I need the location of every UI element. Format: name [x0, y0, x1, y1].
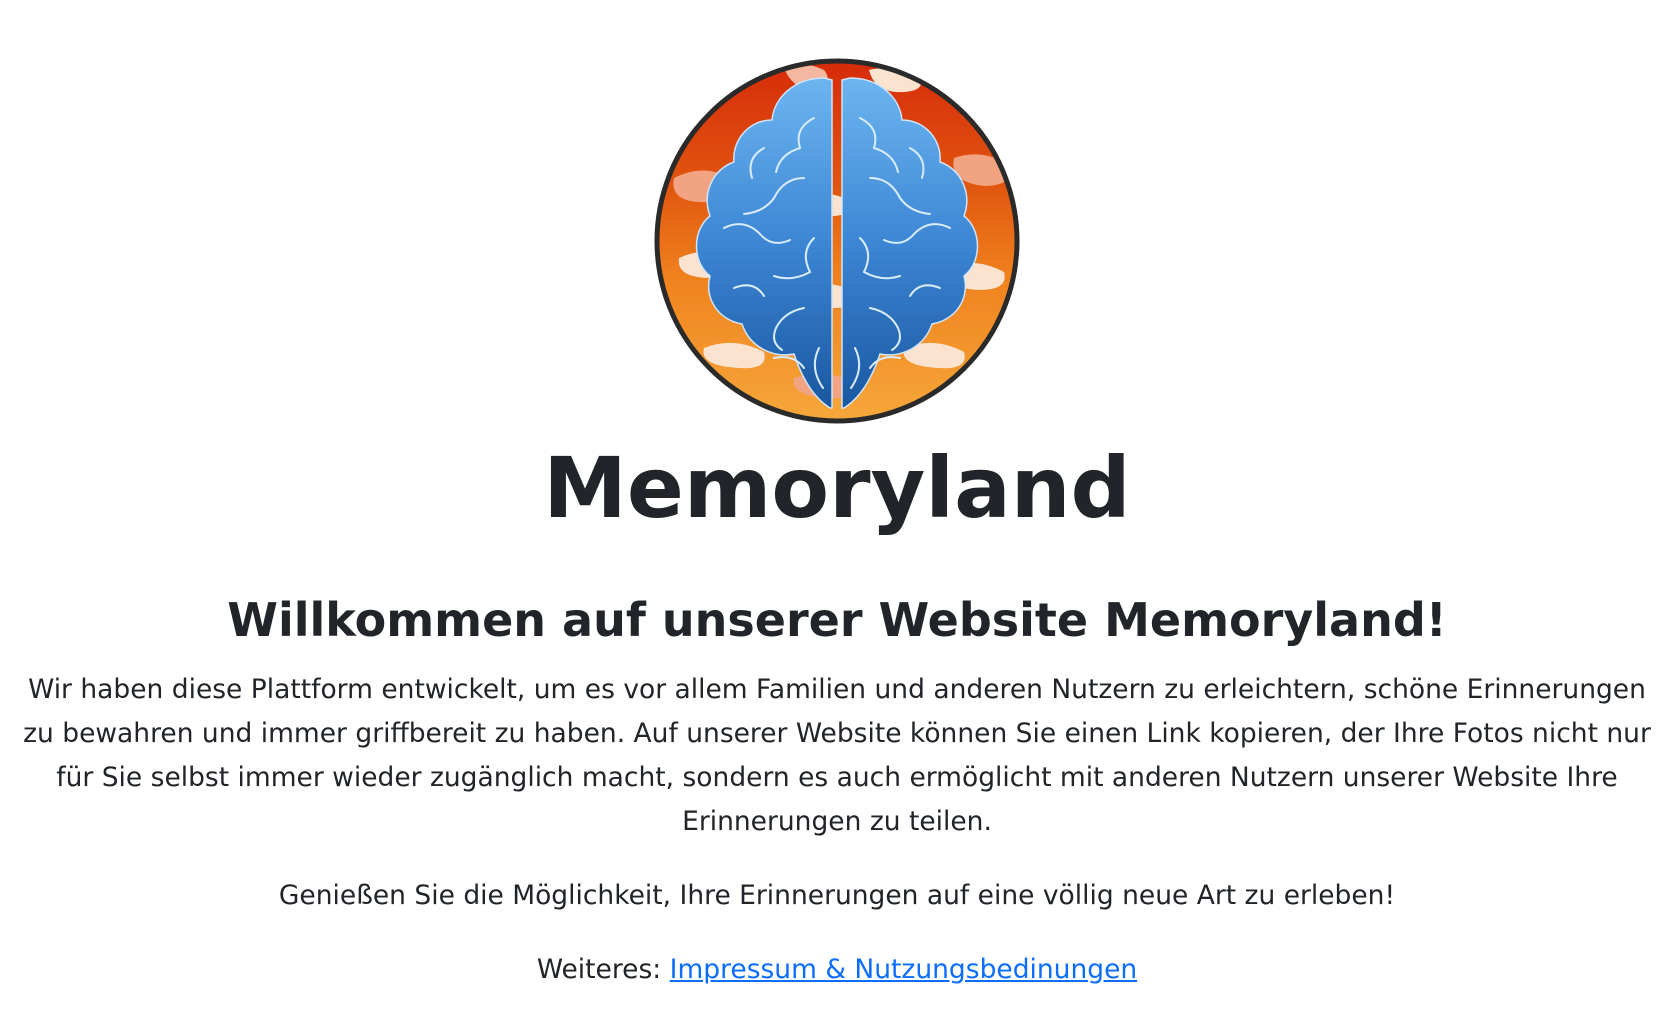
imprint-terms-link[interactable]: Impressum & Nutzungsbedinungen [670, 954, 1138, 985]
enjoy-paragraph: Genießen Sie die Möglichkeit, Ihre Erinn… [278, 880, 1396, 911]
logo-container [0, 58, 1674, 426]
more-label: Weiteres: [536, 954, 662, 985]
brain-logo-icon [654, 58, 1020, 424]
landing-page: Memoryland Willkommen auf unserer Websit… [0, 0, 1674, 1028]
site-title: Memoryland [543, 439, 1131, 537]
welcome-heading: Willkommen auf unserer Website Memorylan… [227, 593, 1447, 647]
more-links: Weiteres: Impressum & Nutzungsbedinungen [0, 948, 1674, 992]
intro-paragraph: Wir haben diese Plattform entwickelt, um… [23, 674, 1651, 837]
